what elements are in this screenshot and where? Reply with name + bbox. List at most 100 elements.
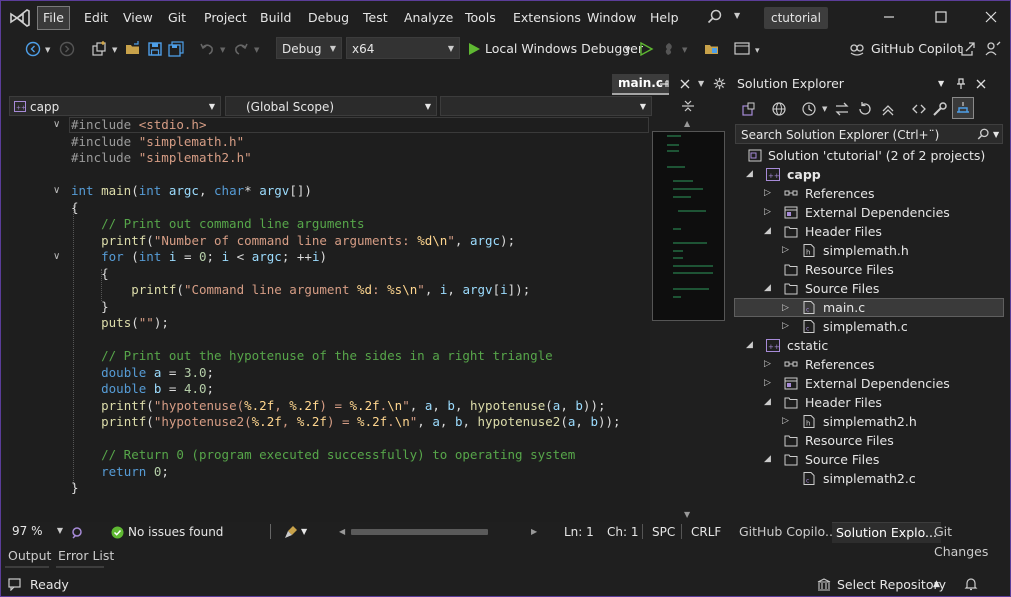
notifications-bell-icon[interactable] [964, 577, 978, 591]
code-line[interactable]: int main(int argc, char* argv[]) [71, 183, 621, 200]
scroll-left-icon[interactable]: ◀ [339, 522, 345, 542]
tree-node-simplemath2-h[interactable]: ▷ h simplemath2.h [734, 412, 1004, 431]
fold-toggle-icon[interactable]: ∨ [53, 185, 60, 196]
show-all-files-icon[interactable] [771, 101, 787, 117]
code-line[interactable]: } [71, 480, 621, 497]
tab-error-list[interactable]: Error List [58, 547, 114, 565]
menu-project[interactable]: Project [199, 7, 252, 29]
menu-tools[interactable]: Tools [460, 7, 501, 29]
share-icon[interactable] [960, 41, 976, 57]
tree-node-simplemath-h[interactable]: ▷ h simplemath.h [734, 241, 1004, 260]
start-without-debugging-icon[interactable] [638, 41, 654, 57]
tree-node-main-c[interactable]: ▷ c main.c [734, 298, 1004, 317]
solution-folder-icon[interactable] [704, 41, 720, 57]
menu-git[interactable]: Git [163, 7, 191, 29]
line-number-status[interactable]: Ln: 1 [564, 522, 594, 542]
code-line[interactable]: // Print out the hypotenuse of the sides… [71, 348, 621, 365]
toolbar-overflow-icon[interactable]: ▾ [755, 46, 760, 56]
sync-with-active-document-icon[interactable] [834, 101, 850, 117]
search-options-dropdown-icon[interactable]: ▼ [993, 125, 999, 145]
pin-tab-icon[interactable] [658, 78, 670, 90]
tab-list-dropdown-icon[interactable]: ▼ [698, 79, 704, 88]
split-editor-icon[interactable] [681, 98, 695, 114]
menu-edit[interactable]: Edit [79, 7, 113, 29]
code-line[interactable]: #include <stdio.h> [71, 117, 621, 134]
intellicode-icon[interactable] [71, 526, 84, 539]
code-line[interactable]: { [71, 266, 621, 283]
undo-icon[interactable] [199, 41, 215, 57]
expanded-arrow-icon[interactable]: ◢ [746, 165, 753, 184]
switch-views-icon[interactable] [741, 101, 757, 117]
new-project-dropdown-icon[interactable]: ▼ [112, 46, 117, 54]
code-line[interactable] [71, 167, 621, 184]
fold-toggle-icon[interactable]: ∨ [53, 119, 60, 130]
code-line[interactable]: printf("Command line argument %d: %s\n",… [71, 282, 621, 299]
tree-node-project-capp[interactable]: ◢ ++ capp [734, 165, 1004, 184]
github-copilot-icon[interactable] [849, 41, 865, 57]
code-line[interactable]: } [71, 299, 621, 316]
collapsed-arrow-icon[interactable]: ▷ [764, 355, 771, 374]
collapsed-arrow-icon[interactable]: ▷ [782, 412, 789, 431]
code-line[interactable]: // Return 0 (program executed successful… [71, 447, 621, 464]
navigate-forward-icon[interactable] [59, 41, 75, 57]
preview-selected-items-toggle[interactable] [952, 97, 974, 119]
filter-dropdown-icon[interactable]: ▼ [822, 105, 827, 113]
start-debugging-icon[interactable] [466, 41, 482, 57]
tree-node-external-dependencies[interactable]: ▷ External Dependencies [734, 374, 1004, 393]
collapsed-arrow-icon[interactable]: ▷ [782, 241, 789, 260]
code-line[interactable]: double b = 4.0; [71, 381, 621, 398]
solution-configuration-combo[interactable]: Debug ▼ [276, 37, 342, 59]
pin-panel-icon[interactable] [955, 78, 967, 90]
window-layout-icon[interactable] [734, 41, 750, 57]
pending-changes-filter-icon[interactable] [801, 101, 817, 117]
code-cleanup-brush-icon[interactable] [284, 525, 298, 539]
tree-node-simplemath2-c[interactable]: c simplemath2.c [734, 469, 1004, 488]
open-folder-icon[interactable] [125, 41, 141, 57]
collapse-all-icon[interactable] [880, 101, 896, 117]
issues-status[interactable]: No issues found [128, 522, 223, 542]
tab-git-changes[interactable]: Git Changes [930, 522, 1006, 559]
tree-node-resource-files[interactable]: Resource Files [734, 431, 1004, 450]
code-line[interactable] [71, 431, 621, 448]
local-windows-debugger-button[interactable]: Local Windows Debugger [485, 39, 643, 59]
tree-node-references[interactable]: ▷ References [734, 355, 1004, 374]
expanded-arrow-icon[interactable]: ◢ [764, 393, 771, 412]
expanded-arrow-icon[interactable]: ◢ [746, 336, 753, 355]
collapsed-arrow-icon[interactable]: ▷ [764, 374, 771, 393]
menu-window[interactable]: Window [582, 7, 641, 29]
code-line[interactable]: for (int i = 0; i < argc; ++i) [71, 249, 621, 266]
search-icon[interactable] [977, 128, 990, 141]
line-ending-status[interactable]: CRLF [691, 522, 721, 542]
close-tab-icon[interactable] [679, 78, 691, 90]
tree-node-header-files[interactable]: ◢ Header Files [734, 393, 1004, 412]
visual-studio-logo-icon[interactable] [9, 8, 31, 28]
menu-analyze[interactable]: Analyze [399, 7, 458, 29]
hot-reload-icon[interactable] [661, 41, 677, 57]
zoom-combo[interactable]: 97 % ▼ [7, 522, 68, 542]
navigate-back-dropdown-icon[interactable]: ▼ [45, 46, 50, 54]
code-line[interactable]: #include "simplemath2.h" [71, 150, 621, 167]
menu-build[interactable]: Build [255, 7, 296, 29]
tree-node-resource-files[interactable]: Resource Files [734, 260, 1004, 279]
indentation-status[interactable]: SPC [652, 522, 675, 542]
solution-explorer-search[interactable]: Search Solution Explorer (Ctrl+¨) ▼ [735, 124, 1003, 144]
code-line[interactable]: // Print out command line arguments [71, 216, 621, 233]
tree-node-solution[interactable]: Solution 'ctutorial' (2 of 2 projects) [734, 146, 1004, 165]
project-navigation-combo[interactable]: ++ capp ▼ [9, 96, 221, 116]
code-line[interactable]: return 0; [71, 464, 621, 481]
undo-dropdown-icon[interactable]: ▼ [220, 46, 225, 54]
code-line[interactable]: printf("Number of command line arguments… [71, 233, 621, 250]
code-line[interactable]: #include "simplemath.h" [71, 134, 621, 151]
redo-dropdown-icon[interactable]: ▼ [254, 46, 259, 54]
redo-icon[interactable] [233, 41, 249, 57]
new-project-icon[interactable] [91, 41, 107, 57]
expanded-arrow-icon[interactable]: ◢ [764, 450, 771, 469]
tree-node-external-dependencies[interactable]: ▷ External Dependencies [734, 203, 1004, 222]
menu-file[interactable]: File [37, 6, 70, 30]
chevron-up-icon[interactable]: ▲ [933, 573, 940, 596]
collapsed-arrow-icon[interactable]: ▷ [764, 184, 771, 203]
scroll-up-icon[interactable]: ▲ [684, 119, 690, 128]
code-cleanup-dropdown-icon[interactable]: ▼ [301, 522, 307, 542]
tab-solution-explorer[interactable]: Solution Explo... [832, 522, 941, 543]
view-code-icon[interactable] [911, 101, 927, 117]
